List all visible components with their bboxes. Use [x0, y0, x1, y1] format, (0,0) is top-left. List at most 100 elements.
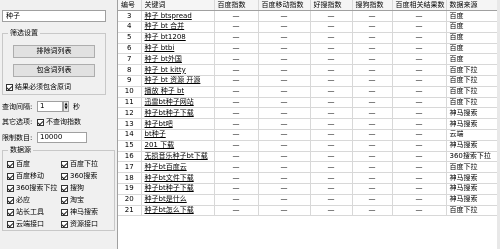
source-checkbox[interactable]: [61, 172, 68, 180]
table-cell: —: [214, 129, 259, 141]
source-checkbox[interactable]: [61, 196, 68, 204]
source-item[interactable]: 云端接口: [7, 219, 44, 229]
table-row[interactable]: 6 种子 btbi — — — — — 百度: [118, 43, 499, 55]
table-row[interactable]: 18 种子bt文件下载 — — — — — 神马搜索: [118, 172, 499, 185]
table-cell: 神马搜索: [446, 194, 499, 206]
results-table[interactable]: 编号 关键词 百度指数 百度移动指数 好搜指数 搜狗指数 百度相关结果数 数据来…: [117, 0, 499, 249]
must-include-option[interactable]: 结果必须包含原词: [6, 82, 71, 92]
table-cell: —: [352, 118, 393, 131]
source-item[interactable]: 资源接口: [61, 219, 98, 229]
table-cell: —: [214, 107, 259, 120]
table-cell: —: [352, 107, 393, 120]
source-checkbox[interactable]: [61, 184, 68, 192]
table-cell: —: [214, 205, 259, 217]
source-item[interactable]: 百度移动: [7, 171, 44, 181]
table-cell: —: [214, 140, 259, 152]
table-row[interactable]: 10 播放 种子 bt — — — — — 百度下拉: [118, 86, 499, 98]
column-header[interactable]: 数据来源: [446, 0, 499, 12]
skip-index-option[interactable]: 不查询指数: [37, 117, 81, 127]
table-row[interactable]: 11 迅雷bt种子网站 — — — — — 百度下拉: [118, 97, 499, 109]
table-row[interactable]: 14 bt种子 — — — — — 云端: [118, 129, 499, 141]
must-include-checkbox[interactable]: [6, 83, 13, 91]
table-row[interactable]: 13 种子bt吧 — — — — — 神马搜索: [118, 118, 499, 131]
table-cell: —: [258, 107, 311, 120]
source-item[interactable]: 神马搜索: [61, 207, 98, 217]
keyword-input[interactable]: 种子: [2, 10, 106, 22]
table-row[interactable]: 12 种子bt种子下载 — — — — — 神马搜索: [118, 107, 499, 120]
source-item[interactable]: 搜狗: [61, 183, 84, 193]
table-cell: —: [392, 183, 447, 195]
table-cell: 神马搜索: [446, 172, 499, 185]
table-cell: 种子bt怎么下载: [141, 205, 215, 217]
table-cell: 无损音乐种子bt下载: [141, 151, 215, 163]
table-row[interactable]: 21 种子bt怎么下载 — — — — — 百度下拉: [118, 205, 499, 217]
table-cell: —: [352, 75, 393, 87]
table-cell: —: [352, 43, 393, 55]
table-cell: —: [310, 140, 353, 152]
interval-input[interactable]: 1: [37, 101, 63, 112]
source-item[interactable]: 必应: [7, 195, 30, 205]
source-checkbox[interactable]: [7, 220, 14, 228]
table-cell: —: [214, 151, 259, 163]
source-checkbox[interactable]: [7, 160, 14, 168]
source-checkbox[interactable]: [61, 220, 68, 228]
column-header[interactable]: 搜狗指数: [352, 0, 393, 12]
table-row[interactable]: 20 种子bt是什么 — — — — — 神马搜索: [118, 194, 499, 206]
column-header[interactable]: 百度指数: [214, 0, 259, 12]
table-row[interactable]: 8 种子 bt kitty — — — — — 百度下拉: [118, 64, 499, 77]
column-header[interactable]: 百度相关结果数: [392, 0, 447, 12]
table-cell: —: [392, 86, 447, 98]
table-cell: —: [258, 64, 311, 77]
table-cell: —: [352, 140, 393, 152]
table-cell: 3: [118, 10, 142, 23]
source-checkbox[interactable]: [61, 208, 68, 216]
table-cell: —: [214, 194, 259, 206]
source-checkbox[interactable]: [7, 184, 14, 192]
column-header[interactable]: 关键词: [141, 0, 215, 12]
source-item[interactable]: 百度: [7, 159, 30, 169]
exclude-list-button[interactable]: 排除词列表: [13, 45, 95, 58]
table-row[interactable]: 15 201 下载 — — — — — 神马搜索: [118, 140, 499, 152]
column-header[interactable]: 好搜指数: [310, 0, 353, 12]
source-checkbox[interactable]: [61, 160, 68, 168]
limit-input[interactable]: 10000: [37, 132, 87, 143]
interval-spinner[interactable]: ▲ ▼: [63, 101, 69, 112]
table-cell: —: [214, 21, 259, 33]
source-checkbox[interactable]: [7, 172, 14, 180]
include-list-button[interactable]: 包含词列表: [13, 64, 95, 77]
table-cell: —: [352, 172, 393, 185]
table-cell: 201 下载: [141, 140, 215, 152]
source-checkbox[interactable]: [7, 196, 14, 204]
table-cell: —: [392, 140, 447, 152]
source-item[interactable]: 百度下拉: [61, 159, 98, 169]
source-item[interactable]: 淘宝: [61, 195, 84, 205]
table-row[interactable]: 19 种子bt种子下载 — — — — — 神马搜索: [118, 183, 499, 195]
table-cell: —: [258, 140, 311, 152]
table-row[interactable]: 17 种子bt百度云 — — — — — 百度下拉: [118, 161, 499, 174]
table-row[interactable]: 7 种子 bt外国 — — — — — 百度: [118, 53, 499, 66]
table-cell: 15: [118, 140, 142, 152]
table-cell: —: [352, 183, 393, 195]
table-cell: —: [214, 118, 259, 131]
source-item[interactable]: 360搜索: [61, 171, 97, 181]
table-cell: —: [310, 205, 353, 217]
table-row[interactable]: 9 种子 bt 资源 开源 — — — — — 百度下拉: [118, 75, 499, 87]
source-checkbox[interactable]: [7, 208, 14, 216]
table-cell: —: [310, 43, 353, 55]
column-header[interactable]: 百度移动指数: [258, 0, 311, 12]
table-row[interactable]: 3 种子 btspread — — — — — 百度: [118, 10, 499, 23]
table-cell: —: [310, 32, 353, 44]
table-row[interactable]: 16 无损音乐种子bt下载 — — — — —360搜索下拉: [118, 151, 499, 163]
column-header[interactable]: 编号: [118, 0, 142, 12]
table-cell: 种子 btbi: [141, 43, 215, 55]
table-cell: —: [392, 205, 447, 217]
table-cell: 360搜索下拉: [446, 151, 499, 163]
table-cell: —: [310, 151, 353, 163]
table-cell: —: [352, 10, 393, 23]
table-row[interactable]: 4 种子 bt 合并 — — — — — 百度: [118, 21, 499, 33]
source-item[interactable]: 站长工具: [7, 207, 44, 217]
table-row[interactable]: 5 种子 bt1208— — — — — 百度: [118, 32, 499, 44]
skip-index-checkbox[interactable]: [37, 118, 44, 126]
left-panel: 种子 筛选设置 排除词列表 包含词列表 结果必须包含原词 查询间隔: 1 ▲ ▼ …: [0, 0, 116, 249]
source-item[interactable]: 360搜索下拉: [7, 183, 57, 193]
